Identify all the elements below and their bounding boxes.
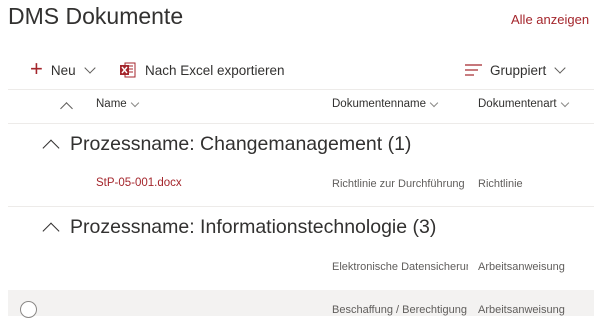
group-by-label: Gruppiert xyxy=(490,62,547,78)
column-header-name-label: Name xyxy=(96,98,127,110)
column-header-dokumentenart[interactable]: Dokumentenart xyxy=(478,98,569,110)
column-header-dokumentenname[interactable]: Dokumentenname xyxy=(332,98,439,110)
chevron-down-icon xyxy=(560,98,569,107)
group-lines-icon xyxy=(465,64,482,76)
collapse-group-icon[interactable] xyxy=(42,139,60,156)
group-header-changemanagement[interactable]: Prozessname: Changemanagement (1) xyxy=(42,133,412,156)
dokumentenname-cell: Richtlinie zur Durchführung xyxy=(332,178,465,190)
new-button[interactable]: + Neu xyxy=(30,56,96,82)
command-bar: + Neu Nach Excel exportieren Gruppiert xyxy=(0,58,606,82)
plus-icon: + xyxy=(30,56,43,81)
column-header-dokumentenname-label: Dokumentenname xyxy=(332,98,426,110)
chevron-down-icon xyxy=(554,61,566,74)
collapse-all-icon[interactable] xyxy=(60,102,73,115)
dokumentenart-cell: Arbeitsanweisung xyxy=(478,304,565,316)
dokumentenart-cell: Arbeitsanweisung xyxy=(478,261,565,273)
chevron-down-icon xyxy=(130,98,139,107)
column-header-dokumentenart-label: Dokumentenart xyxy=(478,98,557,110)
show-all-link[interactable]: Alle anzeigen xyxy=(511,12,589,27)
column-header-name[interactable]: Name xyxy=(96,98,139,110)
group-header-informationstechnologie[interactable]: Prozessname: Informationstechnologie (3) xyxy=(42,216,437,239)
divider xyxy=(8,89,594,90)
export-excel-label: Nach Excel exportieren xyxy=(145,62,285,78)
page-title: DMS Dokumente xyxy=(8,3,184,29)
excel-icon xyxy=(120,62,136,78)
divider xyxy=(8,123,594,124)
row-select-checkbox[interactable] xyxy=(20,301,37,318)
group-header-label: Prozessname: Informationstechnologie (3) xyxy=(70,216,437,238)
new-button-label: Neu xyxy=(50,62,76,78)
document-link[interactable]: StP-05-001.docx xyxy=(96,177,182,189)
chevron-down-icon xyxy=(429,98,439,107)
dokumentenname-cell: Elektronische Datensicherung xyxy=(332,261,468,273)
group-header-label: Prozessname: Changemanagement (1) xyxy=(70,133,412,155)
chevron-down-icon xyxy=(83,61,96,74)
export-excel-button[interactable]: Nach Excel exportieren xyxy=(120,58,285,82)
group-by-button[interactable]: Gruppiert xyxy=(465,58,566,82)
dokumentenname-cell: Beschaffung / Berechtigung xyxy=(332,304,467,316)
dokumentenart-cell: Richtlinie xyxy=(478,178,523,190)
divider xyxy=(8,206,594,207)
collapse-group-icon[interactable] xyxy=(42,222,60,239)
